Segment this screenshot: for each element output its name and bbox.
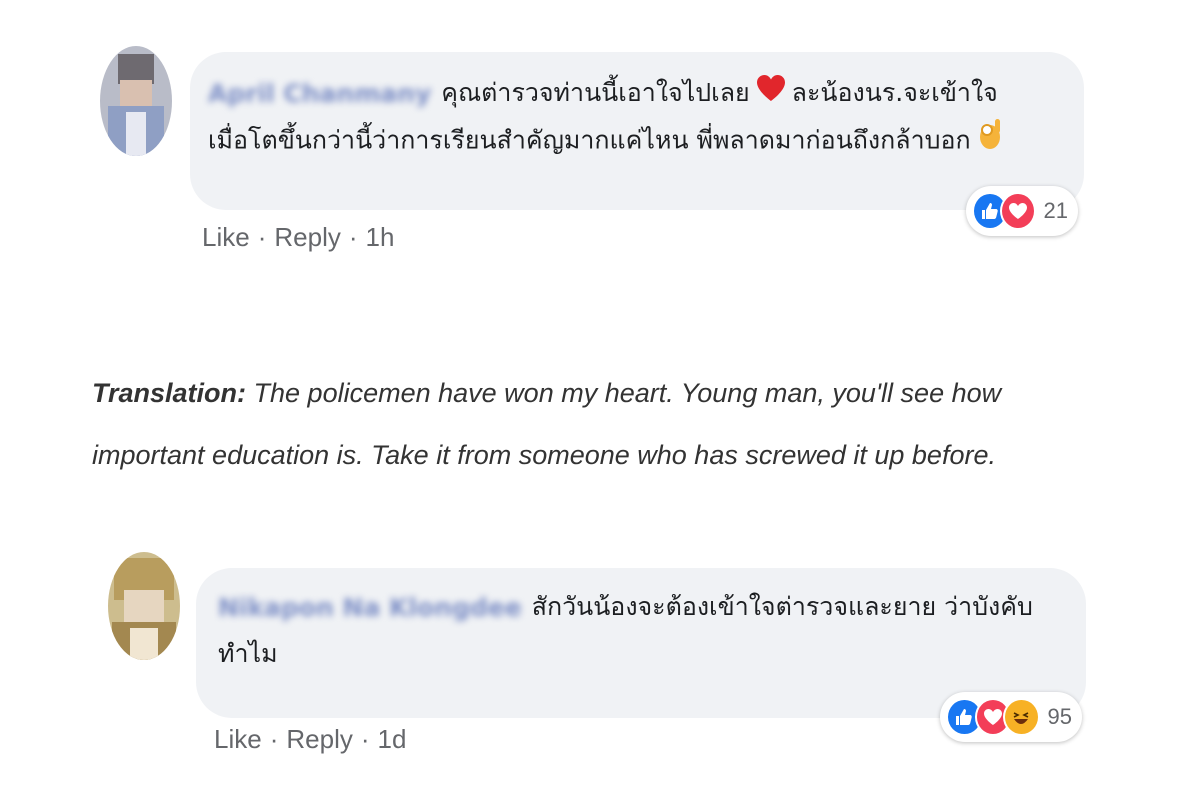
haha-icon bbox=[1003, 698, 1040, 736]
comment-actions: Like · Reply · 1h bbox=[202, 222, 394, 253]
reactions-summary[interactable]: 95 bbox=[940, 692, 1082, 742]
translation-label: Translation: bbox=[92, 378, 247, 408]
comment-text-line1b: ละน้องนร.จะเข้าใจ bbox=[791, 78, 998, 107]
comment-bubble: April Chanmany คุณต่ารวจท่านนี้เอาใจไปเลย… bbox=[190, 52, 1084, 210]
separator: · bbox=[348, 222, 358, 252]
like-link[interactable]: Like bbox=[202, 222, 250, 252]
reaction-count: 21 bbox=[1043, 198, 1068, 223]
separator: · bbox=[360, 724, 370, 754]
reaction-count: 95 bbox=[1047, 704, 1072, 729]
ok-hand-emoji-icon bbox=[977, 117, 1003, 166]
timestamp-link[interactable]: 1d bbox=[378, 724, 407, 754]
like-link[interactable]: Like bbox=[214, 724, 262, 754]
comment-actions: Like · Reply · 1d bbox=[214, 724, 406, 755]
love-icon bbox=[999, 192, 1036, 230]
translation-note: Translation: The policemen have won my h… bbox=[92, 362, 1092, 486]
comment-text-line2: เมื่อโตขึ้นกว่านี้ว่าการเรียนสำคัญมากแค่… bbox=[208, 125, 971, 155]
comment-text-line1: คุณต่ารวจท่านนี้เอาใจไปเลย bbox=[441, 78, 750, 107]
comment-text-line1: สักวันน้องจะต้องเข้าใจต่ารวจและยาย ว่าบั… bbox=[531, 592, 1033, 621]
avatar[interactable] bbox=[108, 552, 180, 660]
comment-author[interactable]: April Chanmany bbox=[208, 71, 431, 117]
separator: · bbox=[269, 724, 279, 754]
reactions-summary[interactable]: 21 bbox=[966, 186, 1078, 236]
reply-link[interactable]: Reply bbox=[274, 222, 340, 252]
timestamp-link[interactable]: 1h bbox=[366, 222, 395, 252]
separator: · bbox=[257, 222, 267, 252]
comment-author[interactable]: Nikapon Na Klongdee bbox=[218, 585, 522, 631]
heart-emoji-icon bbox=[756, 71, 786, 117]
avatar[interactable] bbox=[100, 46, 172, 156]
comment-text-line2: ทำไม bbox=[218, 639, 278, 668]
reply-link[interactable]: Reply bbox=[286, 724, 352, 754]
